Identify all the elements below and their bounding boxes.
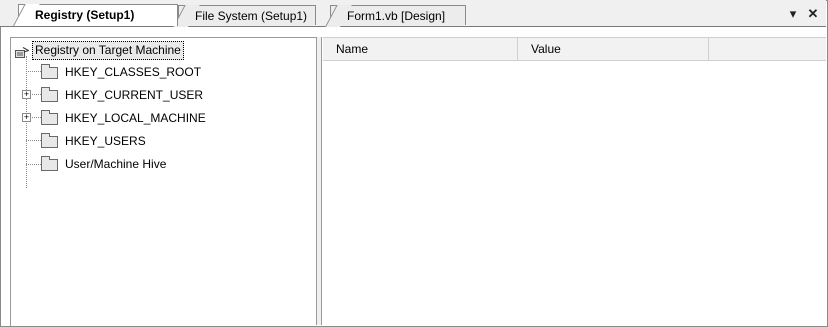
tab-label: File System (Setup1) — [195, 9, 308, 23]
tab-registry[interactable]: Registry (Setup1) — [13, 4, 178, 26]
expand-icon[interactable]: + — [22, 113, 31, 122]
tab-file-system[interactable]: File System (Setup1) — [173, 5, 316, 27]
tab-label: Registry (Setup1) — [35, 8, 135, 22]
folder-icon — [41, 87, 58, 102]
list-column-header: Name Value — [323, 37, 826, 61]
pane-splitter[interactable] — [316, 37, 322, 325]
tree-item-label: HKEY_USERS — [65, 134, 146, 148]
registry-values-list[interactable]: Name Value — [323, 37, 826, 325]
tab-list-dropdown-icon[interactable]: ▾ — [786, 6, 800, 22]
tree-item-label: HKEY_CLASSES_ROOT — [65, 65, 202, 79]
column-header-value[interactable]: Value — [518, 38, 709, 60]
registry-tree-pane[interactable]: Registry on Target Machine HKEY_CLASSES_… — [10, 37, 316, 326]
folder-icon — [41, 133, 58, 148]
column-header-name[interactable]: Name — [323, 38, 518, 60]
folder-icon — [41, 156, 58, 171]
tree-item-label: HKEY_LOCAL_MACHINE — [65, 111, 206, 125]
computer-registry-icon — [15, 45, 30, 58]
tree-item-label: HKEY_CURRENT_USER — [65, 88, 204, 102]
folder-icon — [41, 110, 58, 125]
tree-root-label: Registry on Target Machine — [32, 41, 184, 60]
document-tab-strip: Registry (Setup1) File System (Setup1) F… — [0, 0, 826, 27]
close-icon[interactable]: ✕ — [806, 6, 820, 22]
folder-icon — [41, 64, 58, 79]
tab-label: Form1.vb [Design] — [347, 9, 446, 23]
tree-item-label: User/Machine Hive — [65, 157, 167, 171]
tab-form1-design[interactable]: Form1.vb [Design] — [325, 5, 466, 27]
expand-icon[interactable]: + — [22, 90, 31, 99]
